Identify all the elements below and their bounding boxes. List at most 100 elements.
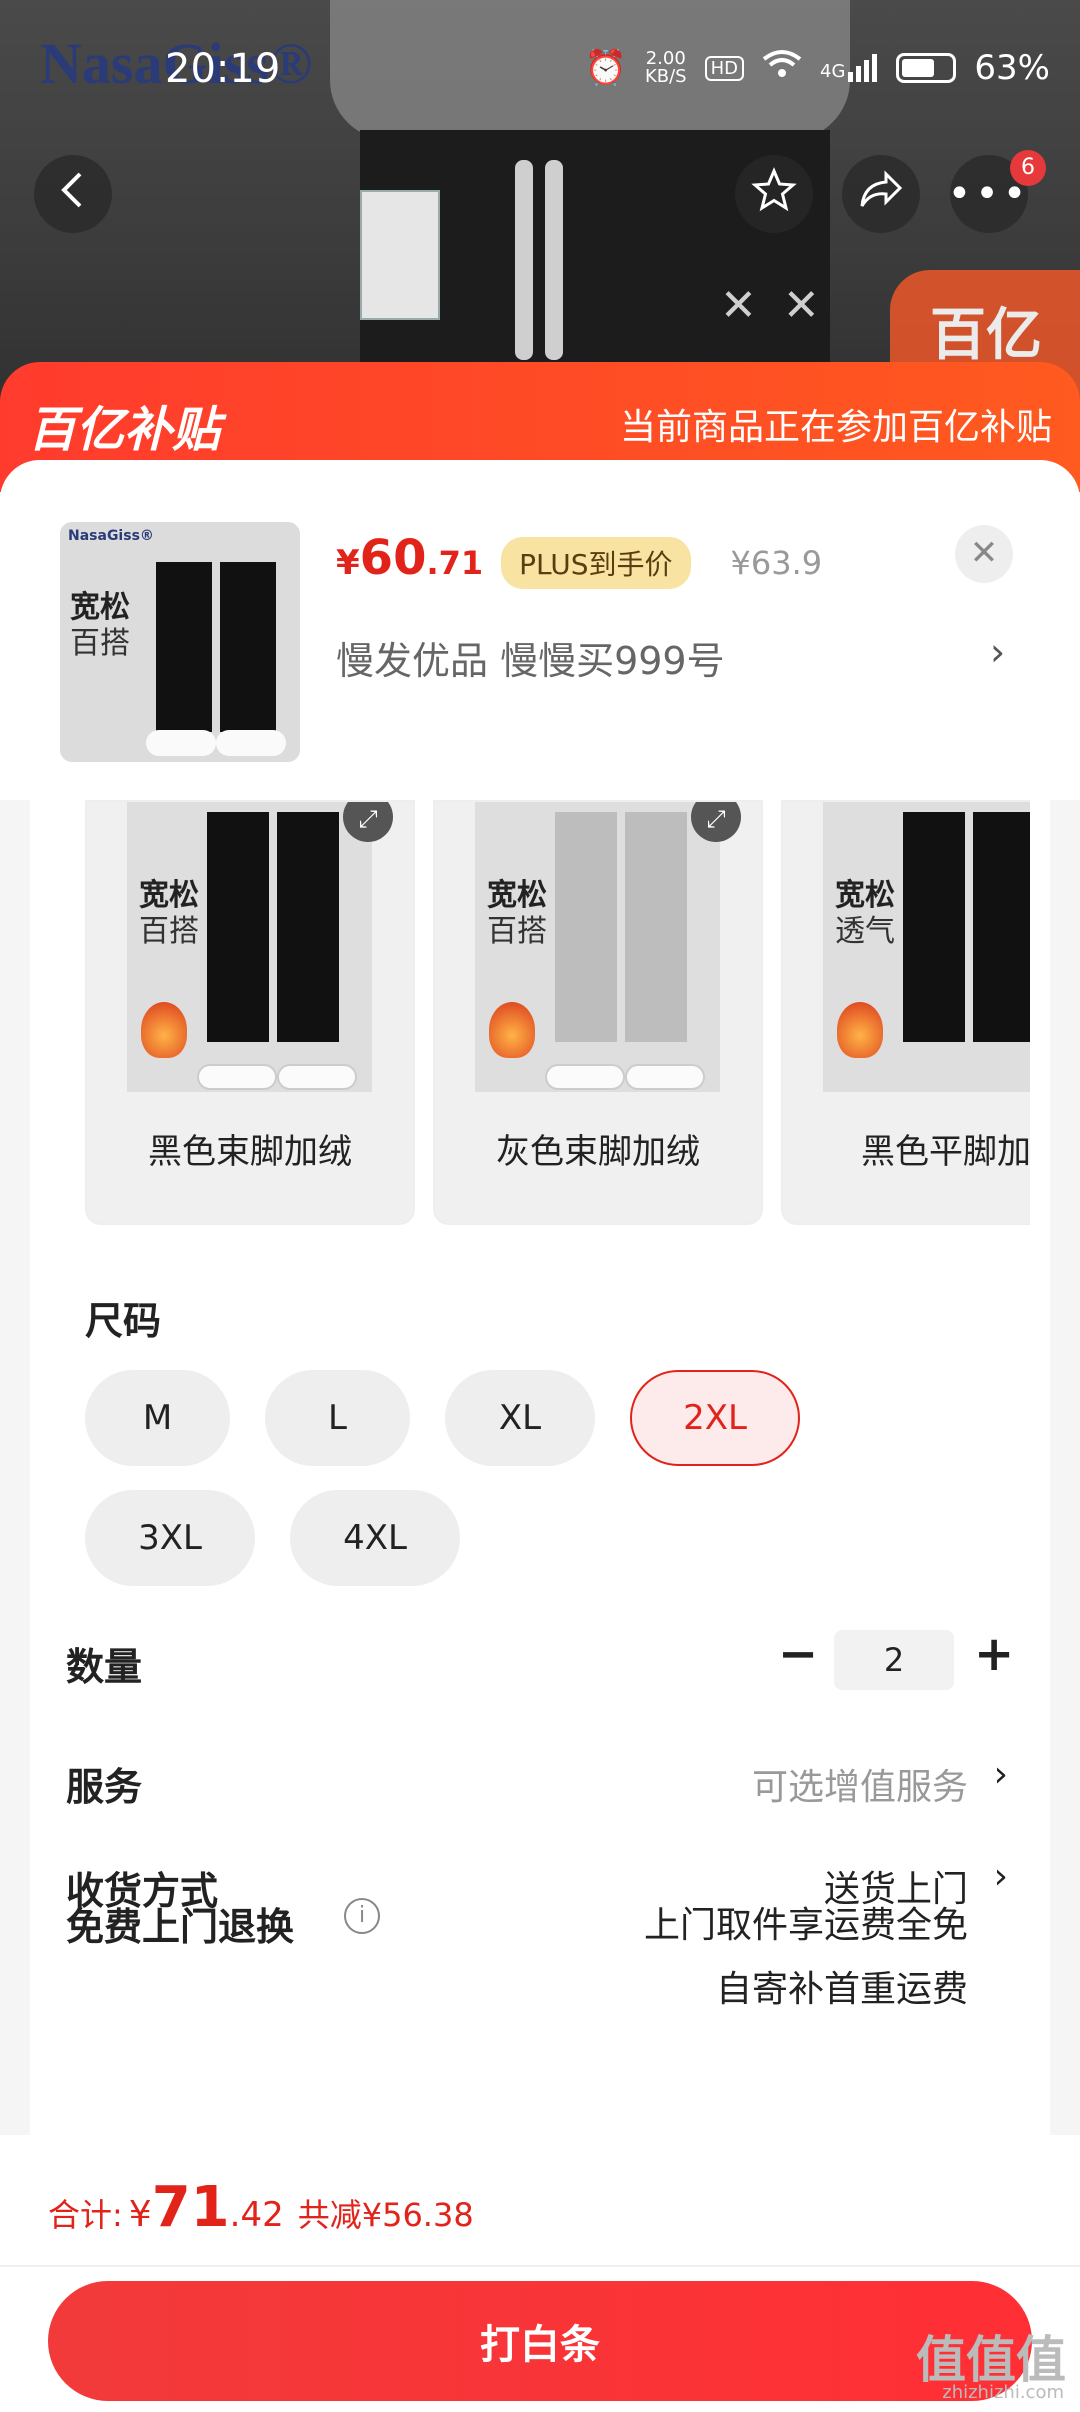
- size-option-l[interactable]: L: [265, 1370, 410, 1466]
- product-thumbnail[interactable]: NasaGiss® 宽松 百搭: [60, 522, 300, 762]
- shoe: [545, 1064, 625, 1090]
- pants-leg: [625, 812, 687, 1042]
- info-icon[interactable]: i: [344, 1898, 380, 1934]
- return-service-line1: 上门取件享运费全免: [643, 1905, 968, 1946]
- pants-leg: [903, 812, 965, 1042]
- shoe: [277, 1064, 357, 1090]
- quantity-increase-button[interactable]: +: [974, 1626, 1014, 1682]
- more-badge: 6: [1010, 150, 1046, 186]
- total-decimal: .42: [229, 2195, 284, 2235]
- back-button[interactable]: [34, 155, 112, 233]
- favorite-button[interactable]: [735, 155, 813, 233]
- size-title: 尺码: [85, 1299, 162, 1343]
- size-option-2xl[interactable]: 2XL: [630, 1370, 800, 1466]
- net-speed-unit: KB/S: [644, 66, 687, 87]
- share-button[interactable]: [842, 155, 920, 233]
- variant-image: 宽松 透气: [823, 802, 1030, 1092]
- thumb-text-2: 百搭: [70, 626, 130, 661]
- status-icons: ⏰ 2.00 KB/S HD 4G 63%: [585, 48, 1050, 88]
- variant-card[interactable]: 宽松 百搭 ⤢ 灰色束脚加绒: [433, 800, 763, 1225]
- star-icon: [751, 166, 797, 222]
- status-bar: 20:19 ⏰ 2.00 KB/S HD 4G 63%: [0, 40, 1080, 100]
- variant-card[interactable]: 宽松 透气 黑色平脚加: [781, 800, 1030, 1225]
- price-symbol: ¥: [336, 543, 360, 583]
- shoe: [146, 730, 216, 756]
- variant-image: 宽松 百搭: [127, 802, 372, 1092]
- service-value[interactable]: 可选增值服务: [752, 1758, 968, 1810]
- total-symbol: ¥: [128, 2194, 152, 2235]
- flame-icon: [141, 1002, 187, 1058]
- alarm-icon: ⏰: [584, 48, 627, 88]
- drawstring: [515, 160, 533, 360]
- close-icon: ✕: [969, 533, 999, 573]
- color-variant-list[interactable]: 宽松 百搭 ⤢ 黑色束脚加绒 宽松 百搭 ⤢ 灰色束脚加绒 宽松 透气 黑色平脚…: [85, 800, 1030, 1230]
- price-integer: 60: [359, 530, 427, 586]
- network-type: 4G: [820, 61, 846, 82]
- total-row: 合计: ¥ 71 .42 共减¥56.38: [48, 2175, 474, 2240]
- shoe: [216, 730, 286, 756]
- pants-leg: [555, 812, 617, 1042]
- variant-text-2: 百搭: [139, 914, 199, 949]
- plus-price-tag: PLUS到手价: [501, 537, 691, 589]
- subsidy-logo: 百亿补贴: [28, 402, 221, 458]
- shoe: [197, 1064, 277, 1090]
- pay-button[interactable]: 打白条: [48, 2281, 1032, 2401]
- sheet-header: NasaGiss® 宽松 百搭 ¥ 60 .71 PLUS到手价 ¥63.9 ✕…: [0, 460, 1080, 800]
- chevron-left-icon: [58, 170, 88, 219]
- pants-leg: [973, 812, 1030, 1042]
- size-option-m[interactable]: M: [85, 1370, 230, 1466]
- price-decimal: .71: [426, 544, 484, 582]
- flame-icon: [489, 1002, 535, 1058]
- total-saved: 共减¥56.38: [297, 2196, 474, 2234]
- expand-icon[interactable]: ⤢: [343, 802, 393, 842]
- service-label: 服务: [66, 1765, 143, 1809]
- battery-icon: [896, 53, 957, 83]
- size-option-3xl[interactable]: 3XL: [85, 1490, 255, 1586]
- status-time: 20:19: [165, 46, 281, 92]
- product-tag: [360, 190, 440, 320]
- total-integer: 71: [151, 2175, 230, 2240]
- pants-leg: [220, 562, 276, 732]
- chevron-right-icon[interactable]: ›: [990, 630, 1005, 674]
- face-print: ✕ ✕: [720, 280, 826, 331]
- watermark-url: zhizhizhi.com: [942, 2382, 1064, 2403]
- quantity-input[interactable]: 2: [834, 1630, 954, 1690]
- variant-card[interactable]: 宽松 百搭 ⤢ 黑色束脚加绒: [85, 800, 415, 1225]
- return-service-line2: 自寄补首重运费: [715, 1969, 968, 2010]
- share-icon: [858, 169, 904, 219]
- options-card: 宽松 百搭 ⤢ 黑色束脚加绒 宽松 百搭 ⤢ 灰色束脚加绒 宽松 透气 黑色平脚…: [30, 800, 1050, 2140]
- original-price: ¥63.9: [730, 544, 823, 582]
- total-label: 合计:: [48, 2196, 123, 2234]
- variant-image: 宽松 百搭: [475, 802, 720, 1092]
- drawstring: [545, 160, 563, 360]
- delivery-address[interactable]: 慢发优品 慢慢买999号: [336, 630, 725, 685]
- battery-percent: 63%: [974, 48, 1050, 88]
- signal-icon: 4G: [820, 54, 878, 82]
- close-button[interactable]: ✕: [955, 525, 1013, 583]
- hd-icon: HD: [704, 55, 745, 81]
- wifi-icon: [762, 48, 802, 88]
- variant-label: 灰色束脚加绒: [496, 1132, 700, 1172]
- sku-selection-sheet: NasaGiss® 宽松 百搭 ¥ 60 .71 PLUS到手价 ¥63.9 ✕…: [0, 460, 1080, 2140]
- price-row: ¥ 60 .71 PLUS到手价 ¥63.9: [336, 530, 822, 589]
- pants-leg: [277, 812, 339, 1042]
- quantity-decrease-button[interactable]: −: [778, 1626, 818, 1682]
- variant-text-2: 透气: [835, 914, 895, 949]
- expand-icon[interactable]: ⤢: [691, 802, 741, 842]
- quantity-label: 数量: [66, 1645, 143, 1689]
- net-speed: 2.00 KB/S: [645, 50, 687, 86]
- size-option-4xl[interactable]: 4XL: [290, 1490, 460, 1586]
- variant-label: 黑色平脚加: [861, 1132, 1030, 1172]
- flame-icon: [837, 1002, 883, 1058]
- variant-text-2: 百搭: [487, 914, 547, 949]
- return-service-label: 免费上门退换: [66, 1905, 295, 1949]
- chevron-right-icon[interactable]: ›: [994, 1856, 1008, 1897]
- pants-leg: [156, 562, 212, 732]
- shoe: [625, 1064, 705, 1090]
- variant-label: 黑色束脚加绒: [148, 1132, 352, 1172]
- size-option-xl[interactable]: XL: [445, 1370, 595, 1466]
- thumb-brand: NasaGiss®: [68, 528, 154, 544]
- subsidy-text: 当前商品正在参加百亿补贴: [619, 407, 1052, 448]
- chevron-right-icon[interactable]: ›: [994, 1754, 1008, 1795]
- divider: [0, 2265, 1080, 2267]
